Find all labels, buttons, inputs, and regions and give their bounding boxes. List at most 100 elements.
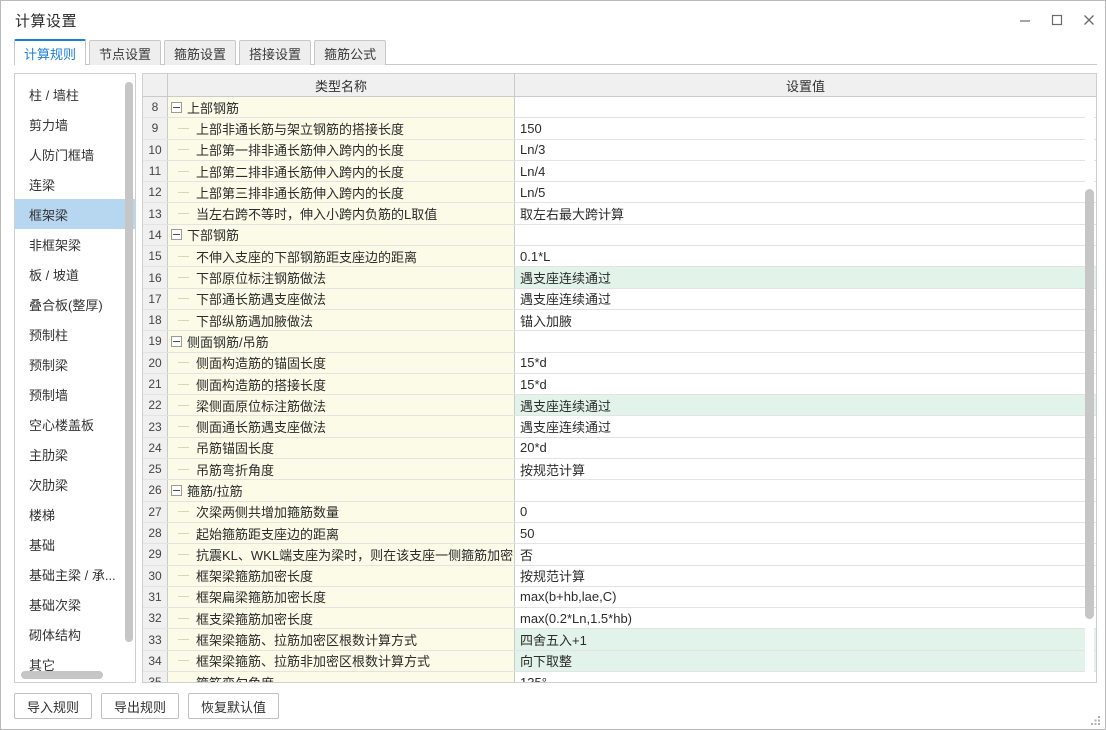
sidebar-item-11[interactable]: 空心楼盖板 [15,409,135,439]
type-name-cell[interactable]: 框架梁箍筋、拉筋加密区根数计算方式 [168,629,515,650]
table-row[interactable]: 18 下部纵筋遇加腋做法 锚入加腋 [143,309,1096,332]
table-row[interactable]: 13 当左右跨不等时，伸入小跨内负筋的L取值 取左右最大跨计算 [143,203,1096,225]
sidebar-item-18[interactable]: 砌体结构 [15,619,135,649]
setting-value-cell[interactable]: max(0.2*Ln,1.5*hb) [515,608,1096,629]
sidebar-item-13[interactable]: 次肋梁 [15,469,135,499]
table-row[interactable]: 20 侧面构造筋的锚固长度 15*d [143,352,1096,374]
type-name-cell[interactable]: 框架扁梁箍筋加密长度 [168,586,515,608]
setting-value-cell[interactable]: max(b+hb,lae,C) [515,586,1096,608]
setting-value-cell[interactable]: 否 [515,544,1096,565]
table-row[interactable]: 26 箍筋/拉筋 [143,480,1096,502]
sidebar-horizontal-scrollbar[interactable] [21,671,125,679]
setting-value-cell[interactable]: 0.1*L [515,246,1096,267]
type-name-cell[interactable]: 吊筋弯折角度 [168,459,515,480]
sidebar-item-15[interactable]: 基础 [15,529,135,559]
table-row[interactable]: 35 箍筋弯勾角度 135° [143,672,1096,682]
sidebar-item-2[interactable]: 人防门框墙 [15,139,135,169]
sidebar-vertical-scrollbar[interactable] [125,82,133,648]
type-name-cell[interactable]: 箍筋弯勾角度 [168,672,515,682]
table-row[interactable]: 17 下部通长筋遇支座做法 遇支座连续通过 [143,288,1096,310]
minimize-button[interactable] [1009,1,1041,39]
type-name-cell[interactable]: 上部第三排非通长筋伸入跨内的长度 [168,182,515,203]
setting-value-cell[interactable] [515,331,1096,352]
setting-value-cell[interactable]: 遇支座连续通过 [515,288,1096,309]
grid-header-setting-value[interactable]: 设置值 [515,74,1096,96]
setting-value-cell[interactable]: 150 [515,118,1096,139]
type-name-cell[interactable]: 不伸入支座的下部钢筋距支座边的距离 [168,246,515,267]
type-name-cell[interactable]: 下部通长筋遇支座做法 [168,288,515,309]
type-name-cell[interactable]: 上部第二排非通长筋伸入跨内的长度 [168,160,515,182]
grid-vertical-scrollbar[interactable] [1085,99,1094,680]
type-name-cell[interactable]: 框架梁箍筋、拉筋非加密区根数计算方式 [168,650,515,672]
setting-value-cell[interactable]: 50 [515,522,1096,544]
setting-value-cell[interactable]: 135° [515,672,1096,682]
collapse-minus-icon[interactable] [171,484,182,496]
type-name-cell[interactable]: 侧面构造筋的锚固长度 [168,352,515,373]
table-row[interactable]: 31 框架扁梁箍筋加密长度 max(b+hb,lae,C) [143,586,1096,609]
sidebar-item-8[interactable]: 预制柱 [15,319,135,349]
sidebar-item-9[interactable]: 预制梁 [15,349,135,379]
type-name-cell[interactable]: 箍筋/拉筋 [168,480,515,501]
sidebar-horizontal-scroll-thumb[interactable] [21,671,103,679]
table-row[interactable]: 33 框架梁箍筋、拉筋加密区根数计算方式 四舍五入+1 [143,629,1096,651]
grid-header-type-name[interactable]: 类型名称 [168,74,515,96]
collapse-minus-icon[interactable] [171,229,182,241]
setting-value-cell[interactable]: 20*d [515,437,1096,459]
table-row[interactable]: 28 起始箍筋距支座边的距离 50 [143,522,1096,545]
type-name-cell[interactable]: 吊筋锚固长度 [168,437,515,459]
table-row[interactable]: 16 下部原位标注钢筋做法 遇支座连续通过 [143,267,1096,289]
table-row[interactable]: 8 上部钢筋 [143,97,1096,119]
sidebar-item-5[interactable]: 非框架梁 [15,229,135,259]
type-name-cell[interactable]: 框支梁箍筋加密长度 [168,608,515,629]
sidebar-item-7[interactable]: 叠合板(整厚) [15,289,135,319]
setting-value-cell[interactable]: 按规范计算 [515,565,1096,586]
sidebar-item-14[interactable]: 楼梯 [15,499,135,529]
table-row[interactable]: 29 抗震KL、WKL端支座为梁时，则在该支座一侧箍筋加密否 [143,544,1096,566]
table-row[interactable]: 23 侧面通长筋遇支座做法 遇支座连续通过 [143,416,1096,438]
setting-value-cell[interactable] [515,97,1096,118]
type-name-cell[interactable]: 抗震KL、WKL端支座为梁时，则在该支座一侧箍筋加密 [168,544,515,565]
sidebar-item-12[interactable]: 主肋梁 [15,439,135,469]
grid-vertical-scroll-thumb[interactable] [1085,189,1094,619]
type-name-cell[interactable]: 侧面钢筋/吊筋 [168,331,515,352]
setting-value-cell[interactable]: 锚入加腋 [515,309,1096,331]
table-row[interactable]: 34 框架梁箍筋、拉筋非加密区根数计算方式 向下取整 [143,650,1096,673]
setting-value-cell[interactable] [515,480,1096,501]
sidebar-item-0[interactable]: 柱 / 墙柱 [15,79,135,109]
setting-value-cell[interactable]: 15*d [515,352,1096,373]
export-rules-button[interactable]: 导出规则 [101,693,180,719]
type-name-cell[interactable]: 下部钢筋 [168,224,515,246]
table-row[interactable]: 15 不伸入支座的下部钢筋距支座边的距离 0.1*L [143,246,1096,268]
type-name-cell[interactable]: 侧面通长筋遇支座做法 [168,416,515,437]
import-rules-button[interactable]: 导入规则 [14,693,93,719]
tab-4[interactable]: 箍筋公式 [314,40,387,65]
sidebar-item-6[interactable]: 板 / 坡道 [15,259,135,289]
table-row[interactable]: 12 上部第三排非通长筋伸入跨内的长度 Ln/5 [143,182,1096,204]
sidebar-item-3[interactable]: 连梁 [15,169,135,199]
sidebar-item-16[interactable]: 基础主梁 / 承... [15,559,135,589]
collapse-minus-icon[interactable] [171,335,182,347]
setting-value-cell[interactable]: 向下取整 [515,650,1096,672]
type-name-cell[interactable]: 下部原位标注钢筋做法 [168,267,515,288]
table-row[interactable]: 30 框架梁箍筋加密长度 按规范计算 [143,565,1096,587]
type-name-cell[interactable]: 侧面构造筋的搭接长度 [168,373,515,395]
setting-value-cell[interactable]: 遇支座连续通过 [515,267,1096,288]
resize-grip-icon[interactable] [1089,714,1101,726]
setting-value-cell[interactable]: 按规范计算 [515,459,1096,480]
tab-1[interactable]: 节点设置 [89,40,162,65]
setting-value-cell[interactable]: 0 [515,501,1096,522]
type-name-cell[interactable]: 上部第一排非通长筋伸入跨内的长度 [168,139,515,160]
setting-value-cell[interactable]: 15*d [515,373,1096,395]
setting-value-cell[interactable]: 遇支座连续通过 [515,416,1096,437]
table-row[interactable]: 10 上部第一排非通长筋伸入跨内的长度 Ln/3 [143,139,1096,161]
tab-2[interactable]: 箍筋设置 [164,40,237,65]
restore-defaults-button[interactable]: 恢复默认值 [188,693,280,719]
setting-value-cell[interactable]: Ln/4 [515,160,1096,182]
table-row[interactable]: 24 吊筋锚固长度 20*d [143,437,1096,460]
type-name-cell[interactable]: 上部钢筋 [168,97,515,118]
tab-0[interactable]: 计算规则 [14,39,87,66]
sidebar-item-4[interactable]: 框架梁 [15,199,135,229]
sidebar-item-17[interactable]: 基础次梁 [15,589,135,619]
type-name-cell[interactable]: 起始箍筋距支座边的距离 [168,522,515,544]
table-row[interactable]: 19 侧面钢筋/吊筋 [143,331,1096,353]
